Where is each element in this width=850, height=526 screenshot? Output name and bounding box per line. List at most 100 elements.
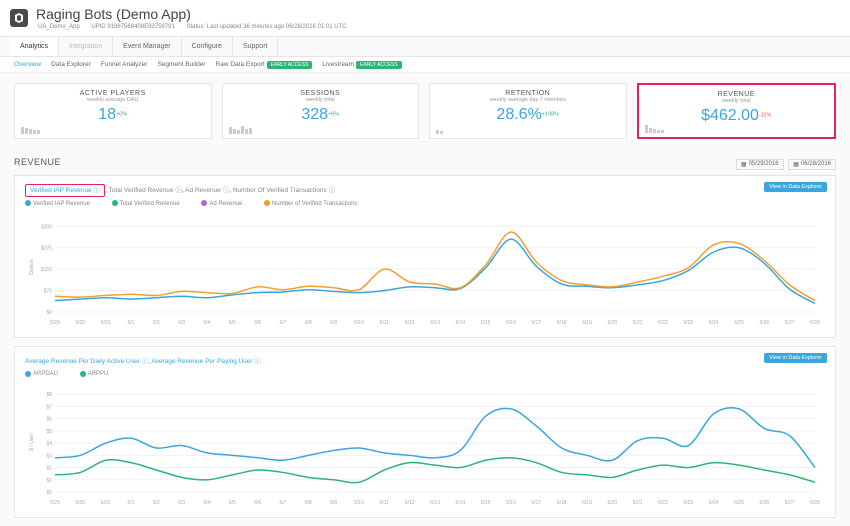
svg-text:6/6: 6/6	[254, 320, 261, 326]
date-from[interactable]: ▦05/29/2016	[736, 159, 784, 170]
revenue-line-chart: $0$75$150$225$3005/295/305/316/16/26/36/…	[25, 207, 825, 327]
svg-text:6/12: 6/12	[405, 320, 415, 326]
filter-arppu[interactable]: Average Revenue Per Paying User ⓘ	[151, 358, 260, 365]
info-icon: ⓘ	[223, 187, 230, 194]
svg-text:6/20: 6/20	[607, 500, 617, 506]
svg-text:6/1: 6/1	[128, 500, 135, 506]
svg-text:6/27: 6/27	[785, 320, 795, 326]
meta-app: UA_Demo_App	[38, 24, 80, 30]
svg-text:6/5: 6/5	[229, 500, 236, 506]
tab-data-explorer[interactable]: Data Explorer	[51, 61, 91, 68]
date-to[interactable]: ▦06/28/2016	[788, 159, 836, 170]
tab-overview[interactable]: Overview	[14, 61, 41, 68]
tab-integration[interactable]: Integration	[59, 37, 113, 56]
arpu-line-chart: $0$1$2$3$4$5$6$7$85/295/305/316/16/26/36…	[25, 377, 825, 507]
svg-text:6/23: 6/23	[683, 320, 693, 326]
svg-text:$0: $0	[46, 490, 52, 496]
svg-text:6/24: 6/24	[709, 320, 719, 326]
unity-logo	[10, 9, 28, 27]
sparkline-icon	[436, 124, 466, 134]
metric-revenue[interactable]: REVENUE weekly total $462.00-11%	[637, 83, 837, 139]
sparkline-icon	[645, 123, 675, 133]
meta-upid: UPID 91967568408E93759791	[91, 24, 174, 30]
svg-text:$0: $0	[46, 310, 52, 316]
svg-text:6/5: 6/5	[229, 320, 236, 326]
svg-text:6/17: 6/17	[531, 320, 541, 326]
svg-text:6/26: 6/26	[759, 500, 769, 506]
svg-text:6/12: 6/12	[405, 500, 415, 506]
svg-text:6/16: 6/16	[506, 320, 516, 326]
tab-analytics[interactable]: Analytics	[10, 37, 59, 56]
svg-text:6/9: 6/9	[330, 500, 337, 506]
svg-text:$75: $75	[44, 288, 53, 294]
early-access-badge: EARLY ACCESS	[267, 61, 313, 69]
revenue-chart-card: View in Data Explorer Verified IAP Reven…	[14, 175, 836, 338]
early-access-badge: EARLY ACCESS	[356, 61, 402, 69]
svg-text:$300: $300	[41, 224, 52, 230]
svg-text:6/27: 6/27	[785, 500, 795, 506]
svg-text:6/21: 6/21	[633, 500, 643, 506]
svg-text:6/19: 6/19	[582, 320, 592, 326]
svg-text:6/13: 6/13	[430, 500, 440, 506]
arpu-chart-card: View in Data Explorer Average Revenue Pe…	[14, 346, 836, 519]
svg-text:6/20: 6/20	[607, 320, 617, 326]
metric-sessions[interactable]: SESSIONS weekly total 328+6%	[222, 83, 420, 139]
info-icon: ⓘ	[142, 358, 149, 365]
filter-ad-revenue[interactable]: Ad Revenue ⓘ	[185, 187, 229, 194]
tab-raw-export[interactable]: Raw Data ExportEARLY ACCESS	[216, 61, 313, 68]
tab-segment[interactable]: Segment Builder	[157, 61, 205, 68]
svg-text:5/29: 5/29	[50, 500, 60, 506]
svg-text:6/21: 6/21	[633, 320, 643, 326]
tab-support[interactable]: Support	[233, 37, 279, 56]
svg-text:6/9: 6/9	[330, 320, 337, 326]
svg-text:6/25: 6/25	[734, 320, 744, 326]
svg-text:$2: $2	[46, 466, 52, 472]
date-range: ▦05/29/2016 ▦06/28/2016	[733, 159, 836, 170]
svg-text:$225: $225	[41, 245, 52, 251]
svg-text:6/4: 6/4	[204, 500, 211, 506]
svg-text:$7: $7	[46, 405, 52, 411]
svg-text:5/30: 5/30	[75, 320, 85, 326]
svg-text:6/2: 6/2	[153, 500, 160, 506]
svg-text:$ / User: $ / User	[29, 433, 35, 451]
unity-icon	[13, 12, 25, 24]
svg-text:6/6: 6/6	[254, 500, 261, 506]
svg-text:$150: $150	[41, 267, 52, 273]
calendar-icon: ▦	[793, 161, 799, 168]
metric-cards: ACTIVE PLAYERS weekly average DAU 18+0% …	[0, 73, 850, 149]
svg-text:6/26: 6/26	[759, 320, 769, 326]
secondary-tabs: Overview Data Explorer Funnel Analyzer S…	[0, 57, 850, 73]
svg-text:6/2: 6/2	[153, 320, 160, 326]
filter-verified-iap[interactable]: Verified IAP Revenue ⓘ	[25, 184, 105, 197]
svg-text:6/24: 6/24	[709, 500, 719, 506]
sparkline-icon	[21, 124, 51, 134]
tab-configure[interactable]: Configure	[182, 37, 233, 56]
svg-text:6/3: 6/3	[178, 500, 185, 506]
metric-retention[interactable]: RETENTION weekly average day 7 retention…	[429, 83, 627, 139]
svg-text:6/18: 6/18	[557, 320, 567, 326]
svg-text:$6: $6	[46, 417, 52, 423]
svg-text:6/15: 6/15	[481, 500, 491, 506]
view-in-explorer-button[interactable]: View in Data Explorer	[764, 353, 827, 363]
svg-text:6/18: 6/18	[557, 500, 567, 506]
svg-text:6/15: 6/15	[481, 320, 491, 326]
tab-funnel[interactable]: Funnel Analyzer	[101, 61, 148, 68]
tab-event-manager[interactable]: Event Manager	[113, 37, 181, 56]
tab-livestream[interactable]: LivestreamEARLY ACCESS	[322, 61, 401, 68]
svg-text:6/10: 6/10	[354, 500, 364, 506]
svg-text:$1: $1	[46, 478, 52, 484]
svg-text:6/25: 6/25	[734, 500, 744, 506]
meta-status: Status: Last updated 36 minutes ago 06/2…	[186, 24, 346, 30]
svg-text:6/22: 6/22	[658, 500, 668, 506]
svg-text:6/4: 6/4	[204, 320, 211, 326]
filter-total-verified[interactable]: Total Verified Revenue ⓘ	[108, 187, 181, 194]
filter-arpdau[interactable]: Average Revenue Per Daily Active User ⓘ	[25, 358, 148, 365]
svg-text:6/13: 6/13	[430, 320, 440, 326]
view-in-explorer-button[interactable]: View in Data Explorer	[764, 182, 827, 192]
chart1-filters: Verified IAP Revenue ⓘ, Total Verified R…	[25, 184, 825, 194]
svg-text:6/10: 6/10	[354, 320, 364, 326]
svg-text:6/11: 6/11	[380, 320, 390, 326]
metric-active-players[interactable]: ACTIVE PLAYERS weekly average DAU 18+0%	[14, 83, 212, 139]
filter-num-tx[interactable]: Number Of Verified Transactions ⓘ	[233, 187, 335, 194]
svg-text:6/17: 6/17	[531, 500, 541, 506]
